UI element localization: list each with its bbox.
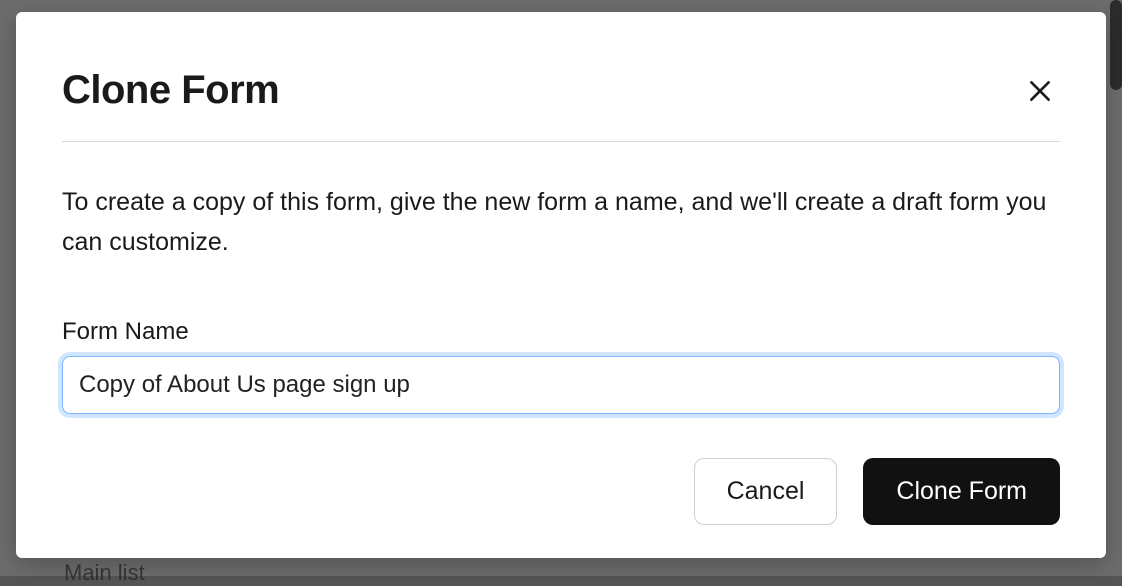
clone-form-modal: Clone Form To create a copy of this form… [16, 12, 1106, 558]
form-name-input[interactable] [62, 356, 1060, 414]
form-name-label: Form Name [62, 318, 1060, 346]
modal-description: To create a copy of this form, give the … [62, 182, 1052, 262]
modal-header: Clone Form [62, 68, 1060, 113]
cancel-button[interactable]: Cancel [694, 458, 838, 525]
close-icon [1027, 78, 1053, 104]
clone-form-button[interactable]: Clone Form [863, 458, 1060, 525]
close-button[interactable] [1020, 71, 1060, 111]
background-text: Main list [64, 560, 145, 586]
modal-actions: Cancel Clone Form [62, 458, 1060, 525]
vertical-scrollbar[interactable] [1110, 0, 1122, 90]
form-name-field-group: Form Name [62, 318, 1060, 414]
divider [62, 141, 1060, 142]
modal-title: Clone Form [62, 68, 279, 113]
